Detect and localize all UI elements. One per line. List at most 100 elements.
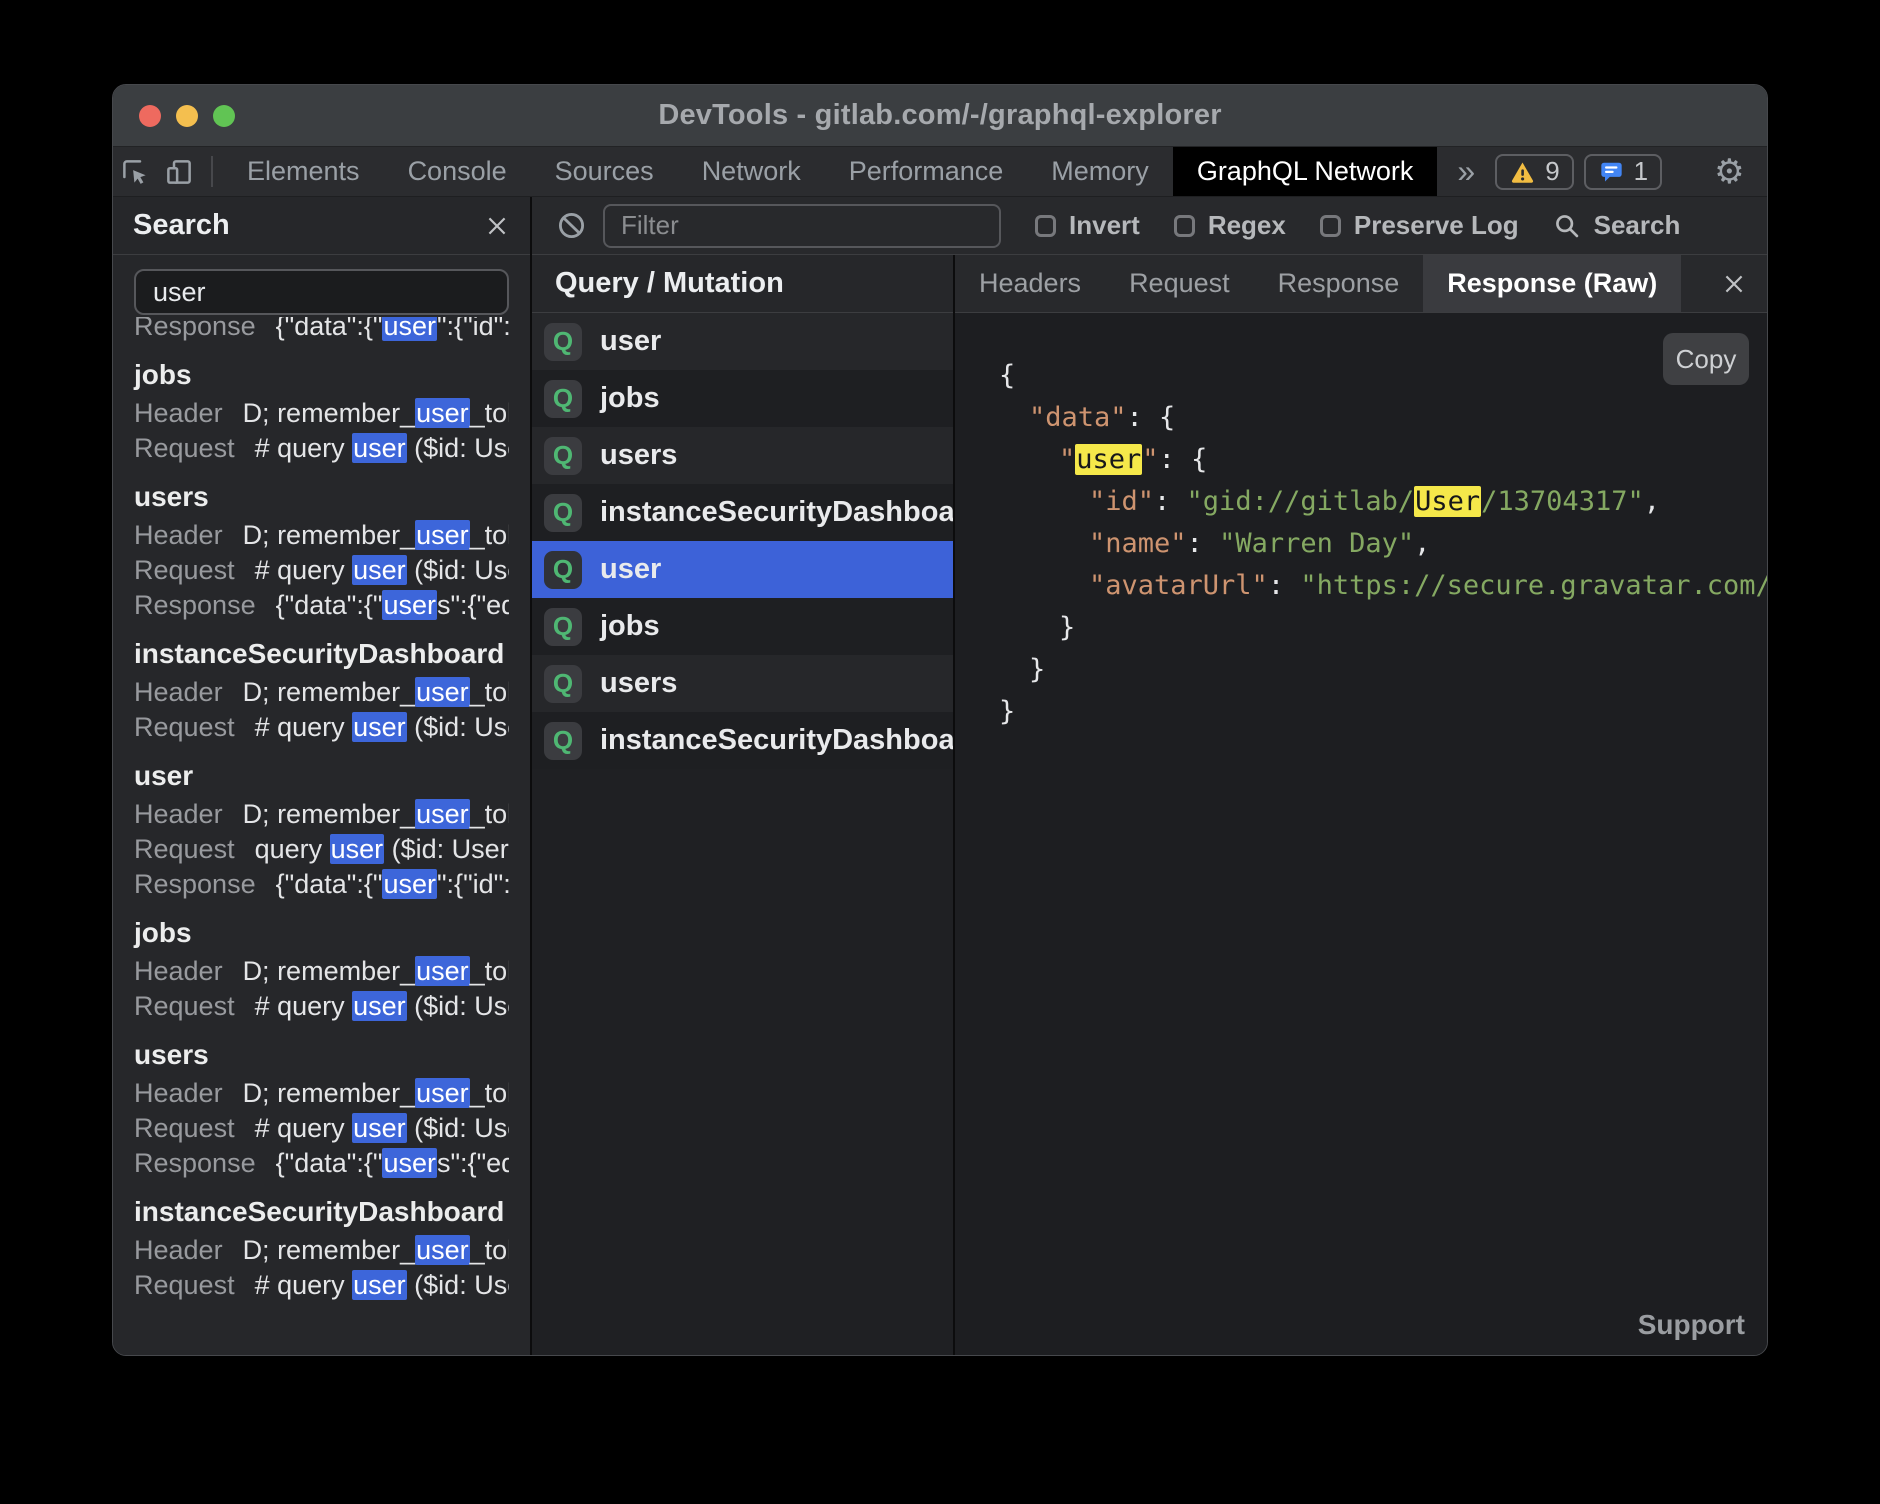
window-title: DevTools - gitlab.com/-/graphql-explorer	[113, 99, 1767, 132]
minimize-window-button[interactable]	[176, 105, 198, 127]
search-result-line[interactable]: HeaderD; remember_user_token=e	[134, 954, 509, 989]
search-match-highlight: user	[1075, 444, 1142, 475]
result-line-label: Request	[134, 1270, 235, 1300]
query-row-instanceSecurityDashboard[interactable]: QinstanceSecurityDashboard	[532, 712, 953, 769]
result-line-label: Response	[134, 1148, 256, 1178]
query-type-icon: Q	[544, 323, 582, 361]
json-viewer: {"data": {"user": {"id": "gid://gitlab/U…	[955, 313, 1767, 1355]
copy-button[interactable]: Copy	[1663, 333, 1749, 385]
regex-checkbox[interactable]	[1174, 215, 1195, 237]
query-type-icon: Q	[544, 380, 582, 418]
search-result-line[interactable]: HeaderD; remember_user_token=e	[134, 675, 509, 710]
detail-tabs: Headers Request Response Response (Raw)	[955, 255, 1767, 313]
tab-sources[interactable]: Sources	[531, 147, 678, 196]
match-highlight: user	[352, 555, 407, 585]
tab-console[interactable]: Console	[384, 147, 531, 196]
support-link[interactable]: Support	[1638, 1309, 1745, 1341]
filter-input[interactable]	[603, 204, 1001, 248]
more-tabs-icon[interactable]: »	[1437, 147, 1495, 196]
json-line: {	[999, 355, 1767, 397]
result-line-label: Response	[134, 590, 256, 620]
search-result-line[interactable]: HeaderD; remember_user_token=e	[134, 1076, 509, 1111]
tab-memory[interactable]: Memory	[1027, 147, 1173, 196]
result-line-label: Header	[134, 1078, 223, 1108]
query-row-user[interactable]: Quser	[532, 313, 953, 370]
tab-response-raw[interactable]: Response (Raw)	[1423, 255, 1681, 312]
search-result-line[interactable]: Request# query user ($id: UserI	[134, 1268, 509, 1303]
network-area: Invert Regex Preserve Log Search	[532, 197, 1767, 1355]
search-result-line[interactable]: Response{"data":{"user":{"id":"gid	[134, 867, 509, 902]
panels-row: Query / Mutation QuserQjobsQusersQinstan…	[532, 255, 1767, 1355]
invert-checkbox[interactable]	[1035, 215, 1056, 237]
json-line: "name": "Warren Day",	[999, 523, 1767, 565]
search-result-line[interactable]: Response{"data":{"users":{"edges	[134, 1146, 509, 1181]
device-toolbar-icon[interactable]	[157, 147, 201, 196]
clear-log-icon[interactable]	[556, 210, 587, 241]
regex-toggle[interactable]: Regex	[1174, 210, 1286, 241]
close-window-button[interactable]	[139, 105, 161, 127]
search-input[interactable]	[134, 269, 509, 315]
result-line-label: Header	[134, 520, 223, 550]
tab-performance[interactable]: Performance	[825, 147, 1028, 196]
search-result-line[interactable]: HeaderD; remember_user_token=e	[134, 518, 509, 553]
close-search-icon[interactable]	[484, 213, 510, 239]
inspect-element-icon[interactable]	[113, 147, 157, 196]
traffic-lights	[139, 85, 235, 146]
zoom-window-button[interactable]	[213, 105, 235, 127]
result-line-label: Request	[134, 834, 235, 864]
result-section-title: users	[134, 1036, 509, 1074]
query-row-users[interactable]: Qusers	[532, 427, 953, 484]
query-row-jobs[interactable]: Qjobs	[532, 598, 953, 655]
search-result-line[interactable]: Request# query user ($id: UserI	[134, 1111, 509, 1146]
query-type-icon: Q	[544, 437, 582, 475]
query-row-user[interactable]: Quser	[532, 541, 953, 598]
kebab-menu-icon[interactable]: ⋮	[1765, 157, 1768, 187]
result-line-label: Header	[134, 956, 223, 986]
search-result-section: jobsHeaderD; remember_user_token=eReques…	[134, 914, 509, 1024]
search-result-line[interactable]: Request# query user ($id: UserI	[134, 710, 509, 745]
search-result-line[interactable]: Requestquery user ($id: UserI	[134, 832, 509, 867]
tab-headers[interactable]: Headers	[955, 255, 1105, 312]
tab-graphql-network[interactable]: GraphQL Network	[1173, 147, 1438, 196]
json-line: }	[999, 691, 1767, 733]
json-line: "avatarUrl": "https://secure.gravatar.co…	[999, 565, 1767, 607]
tab-request[interactable]: Request	[1105, 255, 1254, 312]
tab-elements[interactable]: Elements	[223, 147, 384, 196]
settings-gear-icon[interactable]: ⚙	[1704, 155, 1754, 189]
close-detail-icon[interactable]	[1721, 255, 1767, 312]
search-panel: Search Response{"data":{"user":{"id":"gi…	[113, 197, 532, 1355]
search-result-line[interactable]: HeaderD; remember_user_token=e	[134, 1233, 509, 1268]
search-result-line[interactable]: HeaderD; remember_user_token=e	[134, 396, 509, 431]
match-highlight: user	[415, 677, 470, 707]
search-result-line[interactable]: Request# query user ($id: UserI	[134, 431, 509, 466]
match-highlight: user	[415, 398, 470, 428]
result-section-title: instanceSecurityDashboard	[134, 1193, 509, 1231]
warnings-badge[interactable]: 9	[1495, 154, 1573, 190]
search-result-line[interactable]: Response{"data":{"user":{"id":"gid	[134, 317, 509, 344]
query-row-jobs[interactable]: Qjobs	[532, 370, 953, 427]
tab-response[interactable]: Response	[1254, 255, 1424, 312]
preserve-log-checkbox[interactable]	[1320, 215, 1341, 237]
search-result-section: usersHeaderD; remember_user_token=eReque…	[134, 1036, 509, 1181]
match-highlight: user	[330, 834, 385, 864]
tab-network[interactable]: Network	[678, 147, 825, 196]
warning-icon	[1509, 159, 1536, 185]
query-row-label: user	[600, 553, 661, 586]
search-result-line[interactable]: Request# query user ($id: UserI	[134, 553, 509, 588]
query-row-users[interactable]: Qusers	[532, 655, 953, 712]
search-result-line[interactable]: Request# query user ($id: UserI	[134, 989, 509, 1024]
match-highlight: user	[415, 1235, 470, 1265]
json-line: }	[999, 649, 1767, 691]
result-line-label: Header	[134, 398, 223, 428]
issues-badge[interactable]: 1	[1584, 154, 1662, 190]
invert-toggle[interactable]: Invert	[1035, 210, 1140, 241]
search-toggle[interactable]: Search	[1553, 210, 1681, 241]
query-row-label: instanceSecurityDashboard	[600, 724, 953, 757]
match-highlight: user	[352, 433, 407, 463]
query-row-instanceSecurityDashboard[interactable]: QinstanceSecurityDashboard	[532, 484, 953, 541]
query-row-label: user	[600, 325, 661, 358]
search-result-line[interactable]: Response{"data":{"users":{"edges	[134, 588, 509, 623]
issues-count: 1	[1634, 156, 1648, 187]
search-result-line[interactable]: HeaderD; remember_user_token=e	[134, 797, 509, 832]
preserve-log-toggle[interactable]: Preserve Log	[1320, 210, 1519, 241]
